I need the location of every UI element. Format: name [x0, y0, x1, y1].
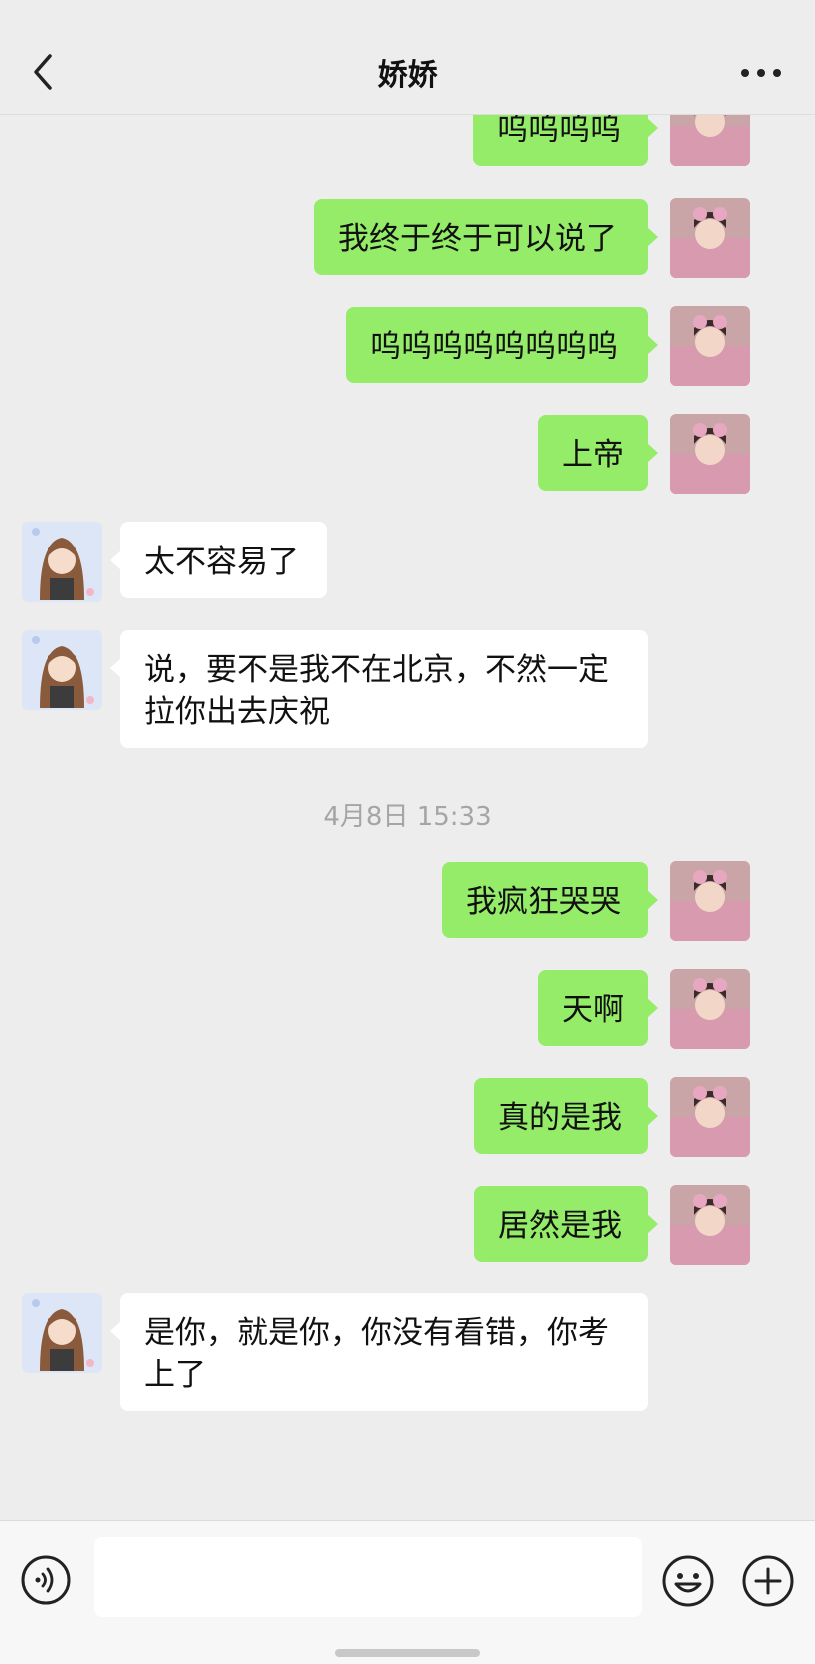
message-bubble-self[interactable]: 居然是我 — [474, 1186, 658, 1262]
contact-avatar[interactable] — [22, 630, 102, 710]
message-bubble-self[interactable]: 我疯狂哭哭 — [442, 862, 658, 938]
message-bubble-self[interactable]: 我终于终于可以说了 — [314, 199, 658, 275]
message-bubble-contact[interactable]: 太不容易了 — [110, 522, 327, 598]
self-avatar[interactable] — [670, 1185, 750, 1265]
message-bubble-self[interactable]: 呜呜呜呜呜呜呜呜 — [346, 307, 658, 383]
message-bubble-contact[interactable]: 是你，就是你，你没有看错，你考 上了 — [110, 1293, 648, 1411]
emoji-button[interactable] — [661, 1554, 715, 1608]
message-bubble-self[interactable]: 天啊 — [538, 970, 658, 1046]
contact-avatar[interactable] — [22, 1293, 102, 1373]
home-indicator — [335, 1649, 480, 1657]
chat-composer — [0, 1520, 815, 1664]
message-bubble-contact[interactable]: 说，要不是我不在北京，不然一定 拉你出去庆祝 — [110, 630, 648, 748]
chat-header-overlay: 娇娇 — [0, 0, 815, 115]
message-bubble-self[interactable]: 上帝 — [538, 415, 658, 491]
self-avatar[interactable] — [670, 198, 750, 278]
self-avatar[interactable] — [670, 969, 750, 1049]
more-dots-icon — [741, 69, 781, 77]
emoji-icon — [662, 1555, 714, 1607]
more-functions-button[interactable] — [741, 1554, 795, 1608]
voice-icon — [21, 1555, 71, 1605]
message-bubble-self[interactable]: 真的是我 — [474, 1078, 658, 1154]
self-avatar[interactable] — [670, 1077, 750, 1157]
plus-icon — [742, 1555, 794, 1607]
chat-title: 娇娇 — [377, 58, 438, 93]
voice-button[interactable] — [20, 1554, 72, 1606]
chat-timestamp: 4月8日 15:33 — [323, 802, 492, 832]
contact-avatar[interactable] — [22, 522, 102, 602]
self-avatar[interactable] — [670, 861, 750, 941]
message-input[interactable] — [94, 1537, 642, 1617]
self-avatar[interactable] — [670, 306, 750, 386]
self-avatar[interactable] — [670, 414, 750, 494]
more-button[interactable] — [737, 58, 785, 88]
